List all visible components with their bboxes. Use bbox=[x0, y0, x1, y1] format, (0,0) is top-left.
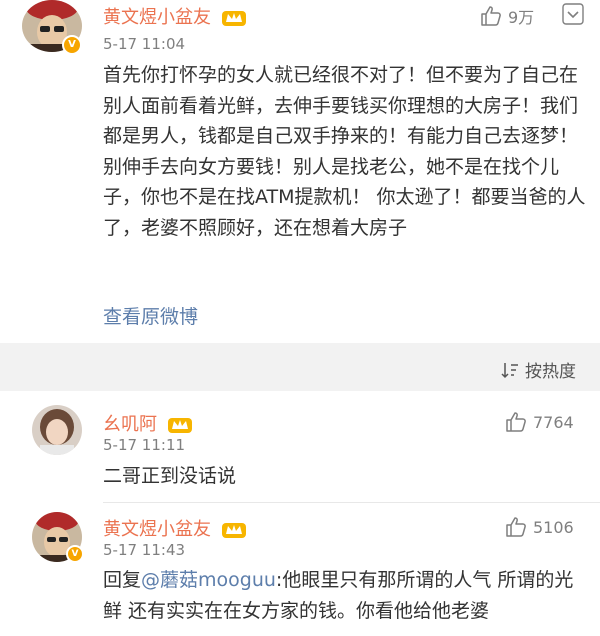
comment-username[interactable]: 幺叽阿 bbox=[103, 410, 193, 436]
sort-icon bbox=[501, 362, 518, 378]
thumbs-up-icon bbox=[506, 412, 526, 432]
reply-prefix: 回复 bbox=[103, 569, 142, 591]
sort-by-hot-button[interactable]: 按热度 bbox=[500, 357, 576, 382]
comment-username[interactable]: 黄文煜小盆友 bbox=[103, 515, 247, 541]
comment-timestamp: 5-17 11:11 bbox=[103, 436, 186, 454]
thumbs-up-icon bbox=[506, 517, 526, 537]
sort-label: 按热度 bbox=[525, 362, 576, 382]
mention-link[interactable]: @蘑菇mooguu bbox=[141, 569, 276, 591]
vip-crown-icon bbox=[221, 11, 246, 26]
comment-like-button[interactable]: 5106 bbox=[505, 516, 574, 538]
post-like-button[interactable]: 9万 bbox=[480, 4, 534, 28]
avatar[interactable] bbox=[32, 405, 82, 455]
verified-badge-icon: V bbox=[62, 35, 82, 55]
comment-content: 二哥正到没话说 bbox=[103, 465, 237, 487]
comment-timestamp: 5-17 11:43 bbox=[103, 541, 186, 559]
view-original-link[interactable]: 查看原微博 bbox=[103, 302, 198, 329]
comment-content: 回复@蘑菇mooguu:他眼里只有那所谓的人气 所谓的光鲜 还有实实在在女方家的… bbox=[103, 565, 588, 626]
post-timestamp: 5-17 11:04 bbox=[103, 35, 186, 53]
vip-crown-icon bbox=[221, 523, 246, 538]
post-content: 首先你打怀孕的女人就已经很不对了！但不要为了自己在别人面前看着光鲜，去伸手要钱买… bbox=[103, 64, 586, 239]
post-username[interactable]: 黄文煜小盆友 bbox=[103, 3, 247, 29]
comment-like-count: 7764 bbox=[533, 412, 574, 432]
verified-badge-icon: V bbox=[66, 545, 84, 563]
post-like-count: 9万 bbox=[508, 8, 535, 27]
vip-crown-icon bbox=[167, 418, 192, 433]
more-options-button[interactable] bbox=[562, 3, 584, 25]
thumbs-up-icon bbox=[481, 6, 501, 26]
chevron-down-icon bbox=[562, 3, 584, 25]
comment-like-count: 5106 bbox=[533, 517, 574, 537]
comment-divider bbox=[103, 502, 600, 503]
comment-like-button[interactable]: 7764 bbox=[505, 411, 574, 433]
